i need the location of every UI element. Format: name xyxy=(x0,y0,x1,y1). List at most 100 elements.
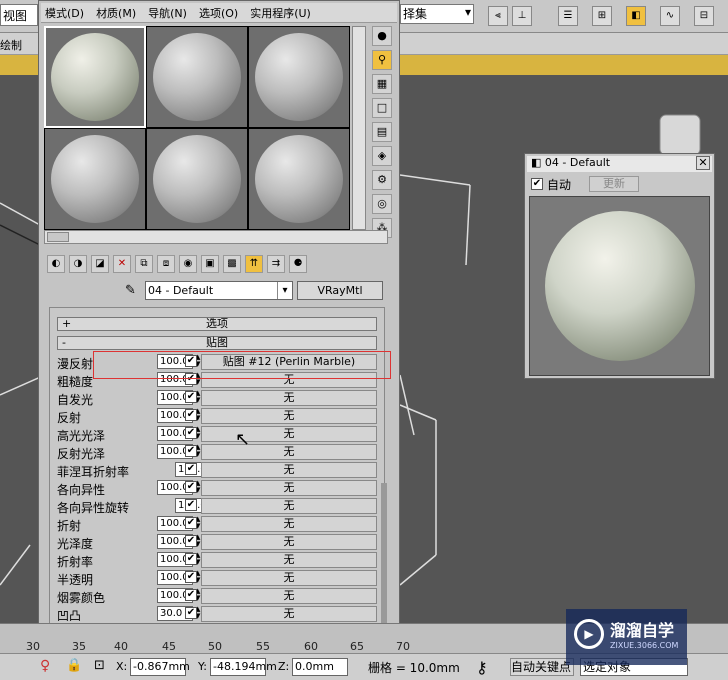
map-slot-button[interactable]: 无 xyxy=(201,588,377,604)
sample-type-icon[interactable]: ● xyxy=(372,26,392,46)
map-enable-checkbox[interactable]: ✔ xyxy=(185,391,197,403)
update-button[interactable]: 更新 xyxy=(589,176,639,192)
mirror-icon[interactable]: ⫷ xyxy=(488,6,508,26)
select-by-material-icon[interactable]: ◎ xyxy=(372,194,392,214)
map-slot-button[interactable]: 无 xyxy=(201,570,377,586)
assign-to-selection-icon[interactable]: ◪ xyxy=(91,255,109,273)
menu-mode[interactable]: 模式(D) xyxy=(41,3,90,22)
material-type-button[interactable]: VRayMtl xyxy=(297,281,383,300)
eyedropper-icon[interactable]: ✎ xyxy=(125,283,139,299)
material-name-field[interactable]: 04 - Default xyxy=(145,281,293,300)
map-slot-button[interactable]: 无 xyxy=(201,480,377,496)
rollout-sign: + xyxy=(62,317,72,330)
viewport-dropdown[interactable]: 视图 xyxy=(0,4,38,26)
get-material-icon[interactable]: ◐ xyxy=(47,255,65,273)
map-slot-button[interactable]: 无 xyxy=(201,444,377,460)
map-enable-checkbox[interactable]: ✔ xyxy=(185,607,197,619)
make-preview-icon[interactable]: ◈ xyxy=(372,146,392,166)
magnify-icon[interactable]: ⚲ xyxy=(372,50,392,70)
delete-icon[interactable]: ✕ xyxy=(113,255,131,273)
options-icon[interactable]: ⚙ xyxy=(372,170,392,190)
sample-slot[interactable] xyxy=(44,128,146,230)
video-color-icon[interactable]: ▤ xyxy=(372,122,392,142)
lock-selection-icon[interactable]: ♀ xyxy=(40,658,50,674)
map-row: 反射光泽 100.0 ▲ ▼ ✔ 无 xyxy=(53,443,383,461)
preview-render xyxy=(529,196,710,376)
ruler-tick: 55 xyxy=(256,640,270,653)
scroll-thumb[interactable] xyxy=(47,232,69,242)
sample-slot[interactable] xyxy=(44,26,146,128)
copy-material-icon[interactable]: ⧉ xyxy=(135,255,153,273)
layer-manager-icon[interactable]: ☰ xyxy=(558,6,578,26)
map-enable-checkbox[interactable]: ✔ xyxy=(185,427,197,439)
map-slot-button[interactable]: 无 xyxy=(201,516,377,532)
map-enable-checkbox[interactable]: ✔ xyxy=(185,571,197,583)
map-enable-checkbox[interactable]: ✔ xyxy=(185,409,197,421)
go-to-parent-icon[interactable]: ⇈ xyxy=(245,255,263,273)
background-icon[interactable]: ▦ xyxy=(372,74,392,94)
sample-slot[interactable] xyxy=(248,26,350,128)
uv-tiling-icon[interactable]: □ xyxy=(372,98,392,118)
sample-slot[interactable] xyxy=(146,26,248,128)
selection-set-dropdown[interactable]: 择集 ▾ xyxy=(400,4,474,24)
slots-horizontal-scrollbar[interactable] xyxy=(44,230,388,244)
auto-checkbox[interactable]: ✔ xyxy=(531,178,543,190)
ruler-tick: 65 xyxy=(350,640,364,653)
menu-utilities[interactable]: 实用程序(U) xyxy=(246,3,317,22)
map-slot-button[interactable]: 无 xyxy=(201,606,377,622)
map-slot-button[interactable]: 无 xyxy=(201,534,377,550)
map-row: 凹凸 30.0 ▲ ▼ ✔ 无 xyxy=(53,605,383,623)
map-enable-checkbox[interactable]: ✔ xyxy=(185,445,197,457)
rollout-scrollbar[interactable] xyxy=(381,483,387,623)
map-enable-checkbox[interactable]: ✔ xyxy=(185,463,197,475)
menu-material[interactable]: 材质(M) xyxy=(92,3,142,22)
y-coordinate-field[interactable]: -48.194mm xyxy=(210,658,277,676)
map-row: 折射 100.0 ▲ ▼ ✔ 无 xyxy=(53,515,383,533)
material-id-icon[interactable]: ◉ xyxy=(179,255,197,273)
map-enable-checkbox[interactable]: ✔ xyxy=(185,535,197,547)
play-logo-icon: ▶ xyxy=(574,619,604,649)
material-name-row: ✎ 04 - Default ▾ VRayMtl xyxy=(125,281,391,301)
key-icon[interactable]: ⚷ xyxy=(476,658,488,677)
map-row: 各向异性旋转100.0▲▼✔无 xyxy=(53,497,383,515)
map-enable-checkbox[interactable]: ✔ xyxy=(185,589,197,601)
rollout-options[interactable]: + 选项 xyxy=(57,317,377,331)
x-coordinate-field[interactable]: -0.867mm xyxy=(130,658,190,676)
material-editor-icon[interactable]: ◧ xyxy=(626,6,646,26)
rollout-maps[interactable]: - 贴图 xyxy=(57,336,377,350)
unique-icon[interactable]: ⧈ xyxy=(157,255,175,273)
close-icon[interactable]: ✕ xyxy=(696,156,710,170)
menu-options[interactable]: 选项(O) xyxy=(195,3,244,22)
map-slot-button[interactable]: 无 xyxy=(201,426,377,442)
auto-key-button[interactable]: 自动关键点 xyxy=(510,658,574,676)
map-label: 烟雾颜色 xyxy=(57,591,106,605)
map-enable-checkbox[interactable]: ✔ xyxy=(185,553,197,565)
ribbon-icon[interactable]: ⊞ xyxy=(592,6,612,26)
z-coordinate-field[interactable]: 0.0mm xyxy=(292,658,348,676)
show-map-icon[interactable]: ▣ xyxy=(201,255,219,273)
put-to-scene-icon[interactable]: ◑ xyxy=(69,255,87,273)
sample-slot[interactable] xyxy=(146,128,248,230)
map-enable-checkbox[interactable]: ✔ xyxy=(185,499,197,511)
sample-slot[interactable] xyxy=(248,128,350,230)
curve-editor-icon[interactable]: ∿ xyxy=(660,6,680,26)
map-enable-checkbox[interactable]: ✔ xyxy=(185,517,197,529)
chevron-down-icon: ▾ xyxy=(464,5,471,19)
slots-vertical-scrollbar[interactable] xyxy=(352,26,366,230)
map-enable-checkbox[interactable]: ✔ xyxy=(185,481,197,493)
map-slot-button[interactable]: 无 xyxy=(201,552,377,568)
schematic-view-icon[interactable]: ⊟ xyxy=(694,6,714,26)
go-forward-icon[interactable]: ⇉ xyxy=(267,255,285,273)
menu-navigation[interactable]: 导航(N) xyxy=(144,3,193,22)
map-slot-button[interactable]: 无 xyxy=(201,462,377,478)
chevron-down-icon[interactable]: ▾ xyxy=(277,282,292,299)
align-icon[interactable]: ⊥ xyxy=(512,6,532,26)
map-slot-button[interactable]: 无 xyxy=(201,408,377,424)
show-end-result-icon[interactable]: ▩ xyxy=(223,255,241,273)
map-slot-button[interactable]: 无 xyxy=(201,498,377,514)
absolute-mode-icon[interactable]: ⊡ xyxy=(94,658,105,673)
watermark: ▶ 溜溜自学 ZIXUE.3066.COM xyxy=(566,609,687,665)
map-slot-button[interactable]: 无 xyxy=(201,390,377,406)
pick-material-icon[interactable]: ⚈ xyxy=(289,255,307,273)
lock-icon[interactable]: 🔒 xyxy=(66,658,82,673)
